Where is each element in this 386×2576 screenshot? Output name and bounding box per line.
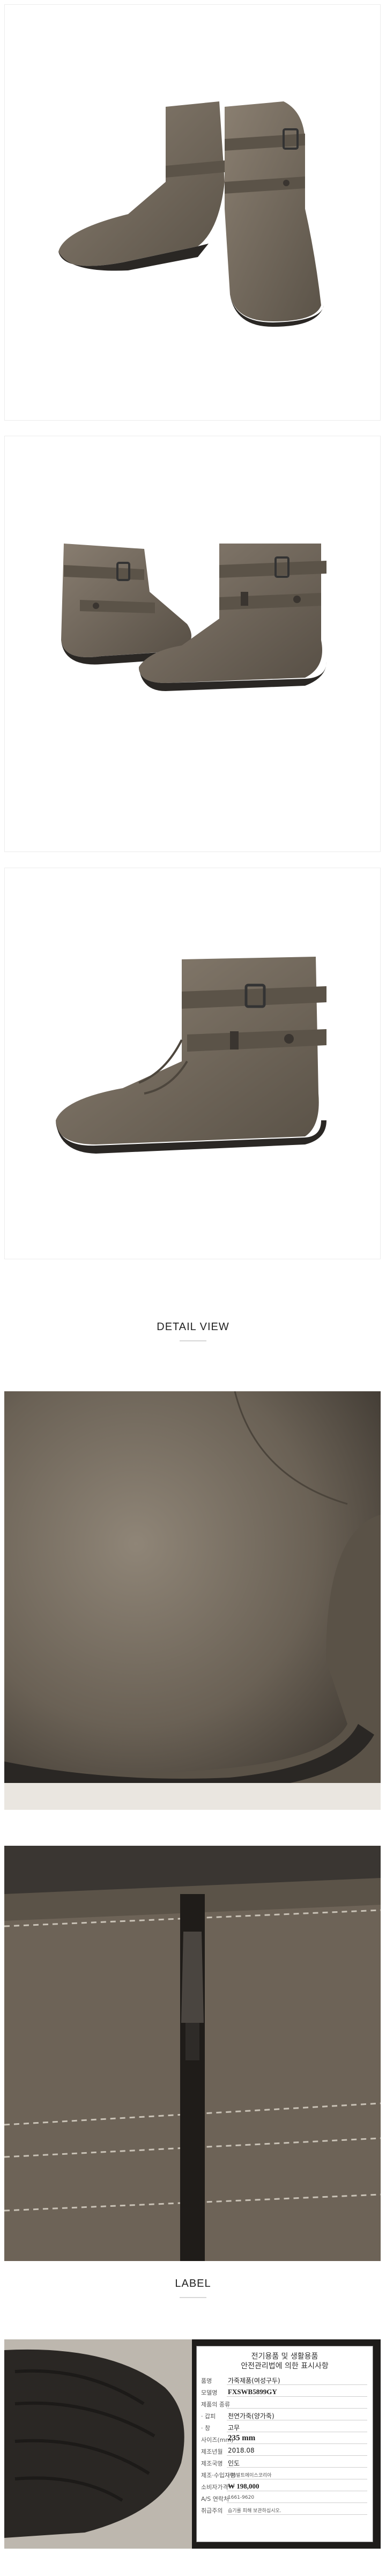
label-row-key: A/S 연락처 <box>201 2496 229 2502</box>
label-rows: 품명 가죽제품(여성구두) 모델명 FXSWB5899GY 제품의 종류 · 갑피 천연가죽… <box>197 2374 373 2516</box>
label-row-key: 제조국명 <box>201 2460 223 2467</box>
label-row-value: 습기를 피해 보관하십시오. <box>228 2508 281 2514</box>
label-row-value: 가죽제품(여성구두) <box>228 2377 280 2384</box>
label-row-value: 천연가죽(양가죽) <box>228 2412 274 2420</box>
detail-toe-closeup <box>4 1391 381 1810</box>
label-row: 제조·수입자명 (주)발트에이스코리아 <box>197 2469 373 2480</box>
boot-pair-image <box>58 101 324 327</box>
label-row: 모델명 FXSWB5899GY <box>197 2386 373 2398</box>
label-row: 제조국명 인도 <box>197 2457 373 2469</box>
boot-pair-image <box>61 544 326 691</box>
detail-view-title: DETAIL VIEW <box>157 1321 229 1333</box>
label-row-value: (주)발트에이스코리아 <box>228 2473 272 2478</box>
label-row-line <box>227 2443 367 2444</box>
label-row-line <box>227 2396 367 2397</box>
boot-single-side-view <box>4 868 381 1259</box>
boot-pair-front-view <box>4 436 381 852</box>
label-row-value: 235 mm <box>228 2434 256 2442</box>
label-row-line <box>227 2384 367 2385</box>
label-row-key: 모델명 <box>201 2389 218 2396</box>
boot-pair-side-view <box>4 4 381 421</box>
label-row-value: 인도 <box>228 2460 240 2467</box>
label-row-line <box>227 2467 367 2468</box>
label-row-key: 제조년월 <box>201 2448 223 2455</box>
label-row-value: 고무 <box>228 2424 240 2432</box>
label-row-key: · 창 <box>201 2425 211 2432</box>
zipper-closeup-image <box>4 1846 381 2261</box>
label-row-key: 품명 <box>201 2377 212 2384</box>
label-row: 제품의 종류 <box>197 2398 373 2410</box>
boot-image <box>56 957 326 1154</box>
label-row: 취급주의 습기를 피해 보관하십시오. <box>197 2504 373 2516</box>
detail-zipper-closeup <box>4 1846 381 2261</box>
label-row-line <box>227 2455 367 2456</box>
label-sole-photo <box>4 2339 192 2549</box>
label-row-value: 2018.08 <box>228 2447 255 2454</box>
product-label-card: 전기용품 및 생활용품 안전관리법에 의한 표시사항 품명 가죽제품(여성구두) 모… <box>196 2346 373 2542</box>
sole-image <box>4 2339 192 2549</box>
label-heading-line2: 안전관리법에 의한 표시사항 <box>241 2362 329 2370</box>
label-row-key: 소비자가격 <box>201 2484 228 2491</box>
label-row-value: ₩ 198,000 <box>228 2482 259 2490</box>
label-row-value: FXSWB5899GY <box>228 2388 277 2396</box>
section-divider <box>180 1340 206 1341</box>
label-row: 사이즈(mm) 235 mm <box>197 2433 373 2445</box>
label-row-line <box>227 2502 367 2503</box>
label-row-key: 제품의 종류 <box>201 2401 231 2408</box>
label-section: 전기용품 및 생활용품 안전관리법에 의한 표시사항 품명 가죽제품(여성구두) 모… <box>4 2339 381 2549</box>
label-row-key: · 갑피 <box>201 2413 216 2420</box>
label-row-value: 1661-9620 <box>228 2495 255 2500</box>
label-row-line <box>227 2408 367 2409</box>
label-title: LABEL <box>175 2278 211 2289</box>
leather-closeup-image <box>4 1391 381 1810</box>
label-row-key: 취급주의 <box>201 2507 223 2514</box>
label-heading: 전기용품 및 생활용품 안전관리법에 의한 표시사항 <box>197 2352 373 2371</box>
label-row: 품명 가죽제품(여성구두) <box>197 2374 373 2386</box>
label-row-line <box>227 2514 367 2515</box>
label-row: A/S 연락처 1661-9620 <box>197 2492 373 2504</box>
label-row: 제조년월 2018.08 <box>197 2445 373 2457</box>
label-row: · 창 고무 <box>197 2421 373 2433</box>
section-divider <box>180 2297 206 2298</box>
label-heading-line1: 전기용품 및 생활용품 <box>251 2352 318 2361</box>
label-row: · 갑피 천연가죽(양가죽) <box>197 2410 373 2421</box>
label-row: 소비자가격 ₩ 198,000 <box>197 2480 373 2492</box>
